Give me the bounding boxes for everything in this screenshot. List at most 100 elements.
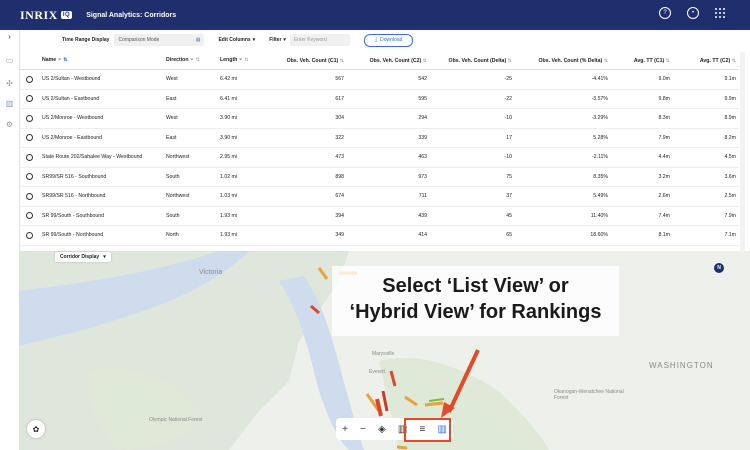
cell-direction: West <box>163 108 217 129</box>
instruction-callout: Select ‘List View’ or ‘Hybrid View’ for … <box>332 266 619 336</box>
table-row[interactable]: US 2/Monroe - Eastbound East 3.90 mi 322 339… <box>19 128 739 148</box>
row-select-radio[interactable] <box>26 173 33 181</box>
filter-icon[interactable]: ⏷ <box>58 57 62 63</box>
edit-columns-button[interactable]: Edit Columns ▾ <box>218 37 255 43</box>
cell-count-c2: 294 <box>347 108 430 129</box>
sort-icon[interactable]: ⇅ <box>666 58 670 64</box>
row-select-radio[interactable] <box>26 231 33 239</box>
table-row[interactable]: US 2/Sultan - Westbound West 6.42 mi 567 542… <box>19 69 739 90</box>
cell-count-c1: 567 <box>264 69 347 90</box>
corridor-display-dropdown[interactable]: Corridor Display ▾ <box>55 252 111 262</box>
cell-name: SR99/SR 516 - Southbound <box>39 167 163 187</box>
corridor-table: Name ⏷ ⇅ Direction ⏷ ⇅ Length ⏷ ⇅ Obs. V… <box>19 52 739 251</box>
sort-icon[interactable]: ⇅ <box>732 58 736 64</box>
table-row[interactable]: SR 99/South - Southbound South 1.93 mi 394 4… <box>19 206 739 226</box>
cell-count-c1: 394 <box>264 206 347 226</box>
cell-count-pct-delta: 5.28% <box>515 128 611 148</box>
sort-icon[interactable]: ⇅ <box>63 57 67 63</box>
cell-count-pct-delta: -2.11% <box>515 147 611 168</box>
cell-count-delta: 65 <box>430 225 515 246</box>
column-header-count-c1[interactable]: Obs. Veh. Count (C1) ⇅ <box>264 52 347 70</box>
cell-length: 1.93 mi <box>217 225 264 246</box>
time-range-select[interactable]: Comparison Mode ▦ <box>114 34 205 46</box>
cell-count-c2: 439 <box>347 206 430 226</box>
cell-count-c2: 711 <box>347 186 430 207</box>
row-select-radio[interactable] <box>26 75 33 83</box>
sort-icon[interactable]: ⇅ <box>423 58 427 64</box>
inrix-logo[interactable]: INRIX IQ <box>20 8 73 23</box>
left-rail: › ▭ ✣ ▥ ⚙ <box>0 30 20 450</box>
column-header-tt-c2[interactable]: Avg. TT (C2) ⇅ <box>673 52 739 70</box>
filter-icon[interactable]: ⏷ <box>239 57 243 63</box>
table-row[interactable]: SR99/SR 516 - Southbound South 1.02 mi 898 9… <box>19 167 739 187</box>
column-header-tt-c1[interactable]: Avg. TT (C1) ⇅ <box>611 52 673 70</box>
cell-length: 6.42 mi <box>217 69 264 90</box>
cell-tt-c2: 3.6m <box>673 167 739 187</box>
sort-icon[interactable]: ⇅ <box>604 58 608 64</box>
layers-toggle-icon[interactable]: ◈ <box>378 424 386 435</box>
filter-icon[interactable]: ⏷ <box>190 57 194 63</box>
table-scrollbar[interactable] <box>740 52 745 251</box>
column-header-count-pct-delta[interactable]: Obs. Veh. Count (% Delta) ⇅ <box>515 52 611 70</box>
cell-count-delta: -22 <box>430 89 515 109</box>
table-row[interactable]: SR99/SR 516 - Northbound Northwest 1.03 mi… <box>19 186 739 207</box>
sort-icon[interactable]: ⇅ <box>244 57 248 63</box>
cell-tt-c2: 8.2m <box>673 128 739 148</box>
row-select-radio[interactable] <box>26 134 33 142</box>
sort-icon[interactable]: ⇅ <box>340 58 344 64</box>
zoom-out-icon[interactable]: − <box>360 424 366 435</box>
cell-length: 6.41 mi <box>217 89 264 109</box>
column-header-direction[interactable]: Direction ⏷ ⇅ <box>163 52 217 70</box>
help-icon[interactable]: ? <box>659 7 671 19</box>
time-range-value: Comparison Mode <box>118 37 160 43</box>
intersection-icon[interactable]: ✣ <box>5 79 14 88</box>
sort-icon[interactable]: ⇅ <box>508 58 512 64</box>
app-grid-icon[interactable] <box>715 8 725 18</box>
cell-length: 1.02 mi <box>217 167 264 187</box>
column-header-count-delta[interactable]: Obs. Veh. Count (Delta) ⇅ <box>430 52 515 70</box>
download-label: Download <box>380 37 403 43</box>
table-row[interactable]: US 2/Monroe - Westbound West 3.90 mi 304 294… <box>19 108 739 129</box>
cell-count-delta: -25 <box>430 69 515 90</box>
download-button[interactable]: ⤓ Download <box>363 33 414 47</box>
user-avatar-icon[interactable]: • <box>687 7 699 19</box>
cell-direction: East <box>163 89 217 109</box>
route-icon[interactable]: ▭ <box>5 56 14 65</box>
column-header-length[interactable]: Length ⏷ ⇅ <box>217 52 264 70</box>
expand-chevron-icon[interactable]: › <box>5 32 14 41</box>
cell-count-pct-delta: 8.35% <box>515 167 611 187</box>
cell-count-c2: 414 <box>347 225 430 246</box>
column-header-name[interactable]: Name ⏷ ⇅ <box>39 52 163 70</box>
cell-tt-c2: 2.5m <box>673 186 739 207</box>
corridor-list-icon[interactable]: ▥ <box>5 99 14 108</box>
cell-count-c1: 304 <box>264 108 347 129</box>
keyword-search-input[interactable]: Enter Keyword <box>289 34 350 46</box>
row-select-radio[interactable] <box>26 114 33 122</box>
cell-length: 1.03 mi <box>217 186 264 207</box>
column-header-count-c2[interactable]: Obs. Veh. Count (C2) ⇅ <box>347 52 430 70</box>
cell-name: US 2/Sultan - Westbound <box>39 69 163 90</box>
zoom-in-icon[interactable]: + <box>342 424 348 435</box>
row-select-radio[interactable] <box>26 212 33 220</box>
sort-icon[interactable]: ⇅ <box>196 57 200 63</box>
cell-tt-c2: 9.9m <box>673 89 739 109</box>
cell-count-pct-delta: 18.60% <box>515 225 611 246</box>
north-compass-icon[interactable]: N <box>714 263 724 273</box>
map-layers-icon[interactable]: ✿ <box>27 420 45 438</box>
row-select-radio[interactable] <box>26 95 33 103</box>
settings-icon[interactable]: ⚙ <box>5 120 14 129</box>
row-select-radio[interactable] <box>26 153 33 161</box>
app-title: Signal Analytics: Corridors <box>86 11 177 19</box>
table-row[interactable]: SR 99/South - Northbound North 1.93 mi 349 4… <box>19 225 739 246</box>
edit-columns-label: Edit Columns <box>218 37 251 43</box>
cell-length: 3.90 mi <box>217 108 264 129</box>
cell-count-pct-delta: 11.40% <box>515 206 611 226</box>
table-row[interactable]: US 2/Sultan - Eastbound East 6.41 mi 617 595… <box>19 89 739 109</box>
cell-tt-c1: 8.3m <box>611 108 673 129</box>
table-row[interactable]: State Route 202/Sahalee Way - Westbound N… <box>19 147 739 168</box>
cell-tt-c2: 7.9m <box>673 206 739 226</box>
filter-button[interactable]: Filter ▾ <box>269 37 286 43</box>
cell-tt-c1: 9.8m <box>611 89 673 109</box>
row-select-radio[interactable] <box>26 192 33 200</box>
cell-count-c2: 542 <box>347 69 430 90</box>
